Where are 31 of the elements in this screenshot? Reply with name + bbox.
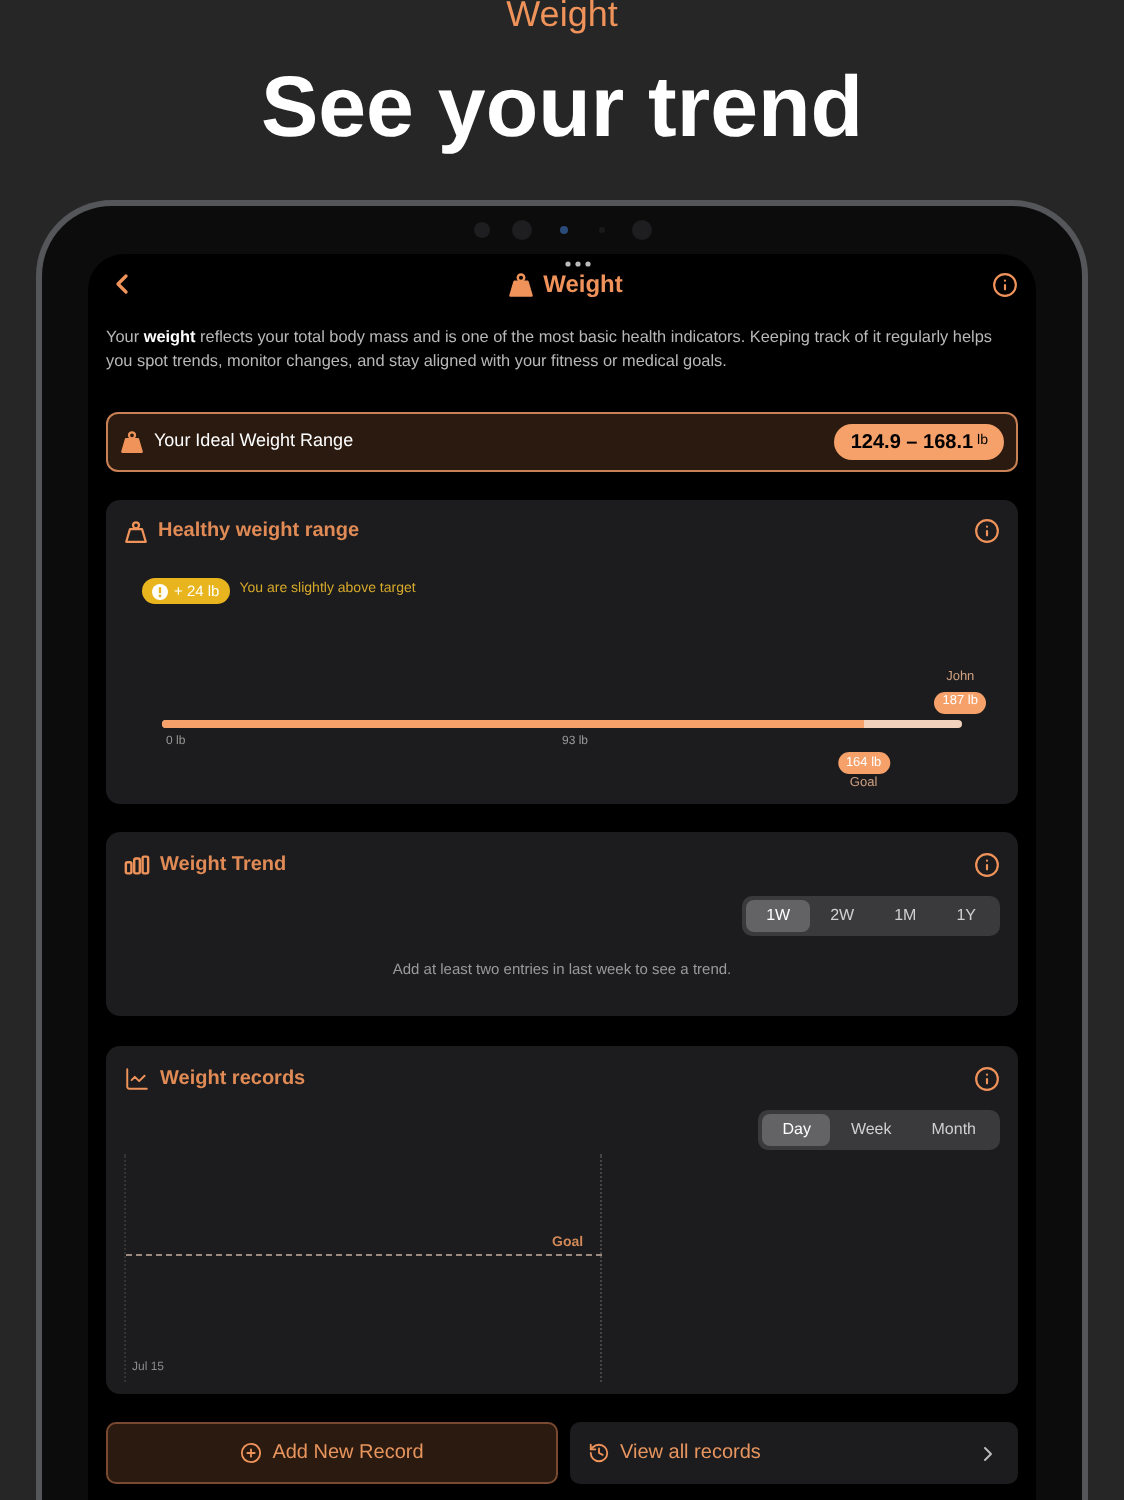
period-tab[interactable]: 2W <box>810 900 875 932</box>
screen-title: Weight <box>543 272 623 296</box>
period-tab[interactable]: 1W <box>746 900 811 932</box>
add-record-button[interactable]: Add New Record <box>106 1422 558 1484</box>
weight-icon <box>120 430 144 454</box>
card-title: Healthy weight range <box>158 518 360 546</box>
range-value: 124.9 – 168.1 <box>850 429 974 457</box>
period-tab[interactable]: Day <box>762 1114 831 1146</box>
weight-icon <box>124 519 148 543</box>
alert-icon <box>152 583 168 599</box>
intro-text: Your weight reflects your total body mass and is one of the most basic health indicators. Keeping track of it regularly helps you spot trends, monitor changes, and stay aligned with your fitness or medical goals. <box>106 326 994 374</box>
card-title: Weight Trend <box>160 852 287 880</box>
dots-icon <box>564 260 592 268</box>
info-button[interactable] <box>992 271 1018 297</box>
period-tab[interactable]: Month <box>911 1114 996 1146</box>
line-chart-icon <box>124 1066 150 1092</box>
section-label: Weight <box>506 0 618 30</box>
headline: See your trend <box>260 66 864 152</box>
period-tab[interactable]: 1Y <box>936 900 996 932</box>
card-title: Weight records <box>160 1066 306 1094</box>
info-button[interactable] <box>974 1066 1000 1092</box>
view-records-button[interactable]: View all records <box>570 1422 1018 1484</box>
history-icon <box>588 1442 610 1464</box>
weight-icon <box>507 271 534 297</box>
bar-chart-icon <box>124 854 150 876</box>
info-button[interactable] <box>974 518 1000 544</box>
period-tab[interactable]: Week <box>830 1114 912 1146</box>
plus-circle-icon <box>240 1442 263 1464</box>
period-tab[interactable]: 1M <box>874 900 937 932</box>
info-button[interactable] <box>974 852 1000 878</box>
ideal-range-label: Your Ideal Weight Range <box>154 428 354 455</box>
